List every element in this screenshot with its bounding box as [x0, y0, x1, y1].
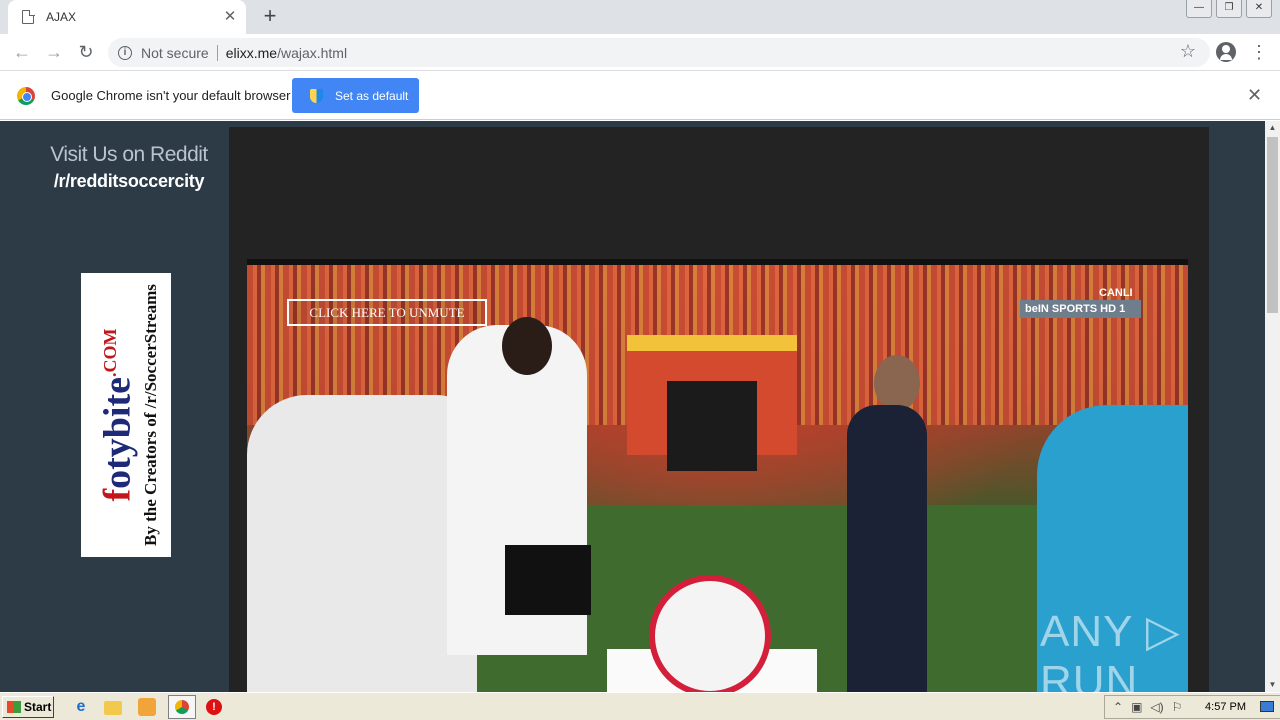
- footybite-banner[interactable]: fotybite.COM By the Creators of /r/Socce…: [81, 273, 171, 557]
- live-label: CANLI: [1099, 287, 1133, 299]
- player-shorts: [505, 545, 591, 615]
- close-window-button[interactable]: ✕: [1246, 0, 1272, 18]
- banner-content: fotybite.COM By the Creators of /r/Socce…: [81, 273, 171, 557]
- infobar-close-icon[interactable]: ✕: [1247, 85, 1262, 106]
- new-tab-button[interactable]: +: [258, 5, 282, 29]
- reddit-heading: Visit Us on Reddit: [50, 143, 208, 166]
- back-button[interactable]: ←: [10, 40, 34, 64]
- reddit-link[interactable]: /r/redditsoccercity: [0, 171, 258, 192]
- tab-title: AJAX: [46, 10, 77, 24]
- menu-icon[interactable]: ⋮: [1250, 40, 1268, 64]
- tab-close-icon[interactable]: ✕: [222, 9, 238, 25]
- default-browser-infobar: Google Chrome isn't your default browser…: [0, 71, 1280, 120]
- player-figure: [247, 395, 477, 699]
- profile-icon[interactable]: [1216, 42, 1236, 62]
- media-icon[interactable]: [138, 698, 156, 716]
- reload-button[interactable]: ↻: [74, 40, 98, 64]
- set-as-default-label: Set as default: [335, 88, 409, 103]
- page-scrollbar[interactable]: ▲ ▼: [1265, 121, 1280, 692]
- player-head: [502, 317, 552, 375]
- document-icon: [22, 9, 35, 24]
- scroll-down-icon[interactable]: ▼: [1265, 678, 1280, 692]
- set-as-default-button[interactable]: Set as default: [292, 78, 419, 113]
- footybite-logo: fotybite.COM: [96, 328, 139, 502]
- unmute-button[interactable]: CLICK HERE TO UNMUTE: [287, 299, 487, 326]
- scroll-thumb[interactable]: [1267, 137, 1278, 313]
- official-head: [874, 355, 920, 411]
- scroll-up-icon[interactable]: ▲: [1265, 121, 1280, 135]
- address-bar[interactable]: i Not secure elixx.me/wajax.html ☆: [108, 38, 1210, 67]
- window-controls: — ❐ ✕: [1182, 0, 1272, 18]
- start-button[interactable]: Start: [2, 696, 54, 718]
- chrome-icon[interactable]: [168, 695, 196, 719]
- info-icon[interactable]: i: [118, 45, 132, 60]
- volume-icon[interactable]: ◁): [1150, 700, 1163, 714]
- chrome-logo-icon: [17, 87, 35, 105]
- tray-expand-icon[interactable]: ⌃: [1113, 700, 1123, 714]
- url-host[interactable]: elixx.me: [226, 45, 277, 61]
- forward-button[interactable]: →: [42, 40, 66, 64]
- taskbar: Start e ! ⌃ ▣ ◁) ⚐ 4:57 PM: [0, 692, 1280, 720]
- omnibox-separator: [216, 44, 218, 61]
- ie-icon[interactable]: e: [72, 698, 90, 716]
- stop-icon[interactable]: !: [206, 699, 222, 715]
- url-path[interactable]: /wajax.html: [277, 45, 347, 61]
- channel-logo: beIN SPORTS HD 1: [1020, 300, 1141, 318]
- tunnel-scene: [627, 335, 797, 471]
- clock[interactable]: 4:57 PM: [1205, 701, 1246, 713]
- star-icon[interactable]: ☆: [1180, 41, 1196, 62]
- system-tray: ⌃ ▣ ◁) ⚐ 4:57 PM: [1104, 695, 1280, 719]
- match-ball: [649, 575, 771, 697]
- tab-strip: AJAX ✕ + — ❐ ✕: [0, 0, 1280, 34]
- infobar-message: Google Chrome isn't your default browser: [51, 88, 291, 103]
- tab-ajax[interactable]: AJAX ✕: [8, 0, 246, 34]
- monitor-icon[interactable]: [1260, 701, 1274, 712]
- official-figure: [847, 405, 927, 695]
- banner-tagline: By the Creators of /r/SoccerStreams: [140, 284, 160, 546]
- network-icon[interactable]: ▣: [1131, 700, 1142, 714]
- browser-toolbar: ← → ↻ i Not secure elixx.me/wajax.html ☆…: [0, 34, 1280, 71]
- start-label: Start: [24, 700, 52, 714]
- minimize-button[interactable]: —: [1186, 0, 1212, 18]
- flag-icon[interactable]: ⚐: [1172, 700, 1183, 714]
- folder-icon[interactable]: [104, 701, 122, 715]
- restore-button[interactable]: ❐: [1216, 0, 1242, 18]
- windows-flag-icon: [7, 701, 21, 713]
- shield-icon: [310, 88, 323, 103]
- security-label[interactable]: Not secure: [141, 45, 209, 61]
